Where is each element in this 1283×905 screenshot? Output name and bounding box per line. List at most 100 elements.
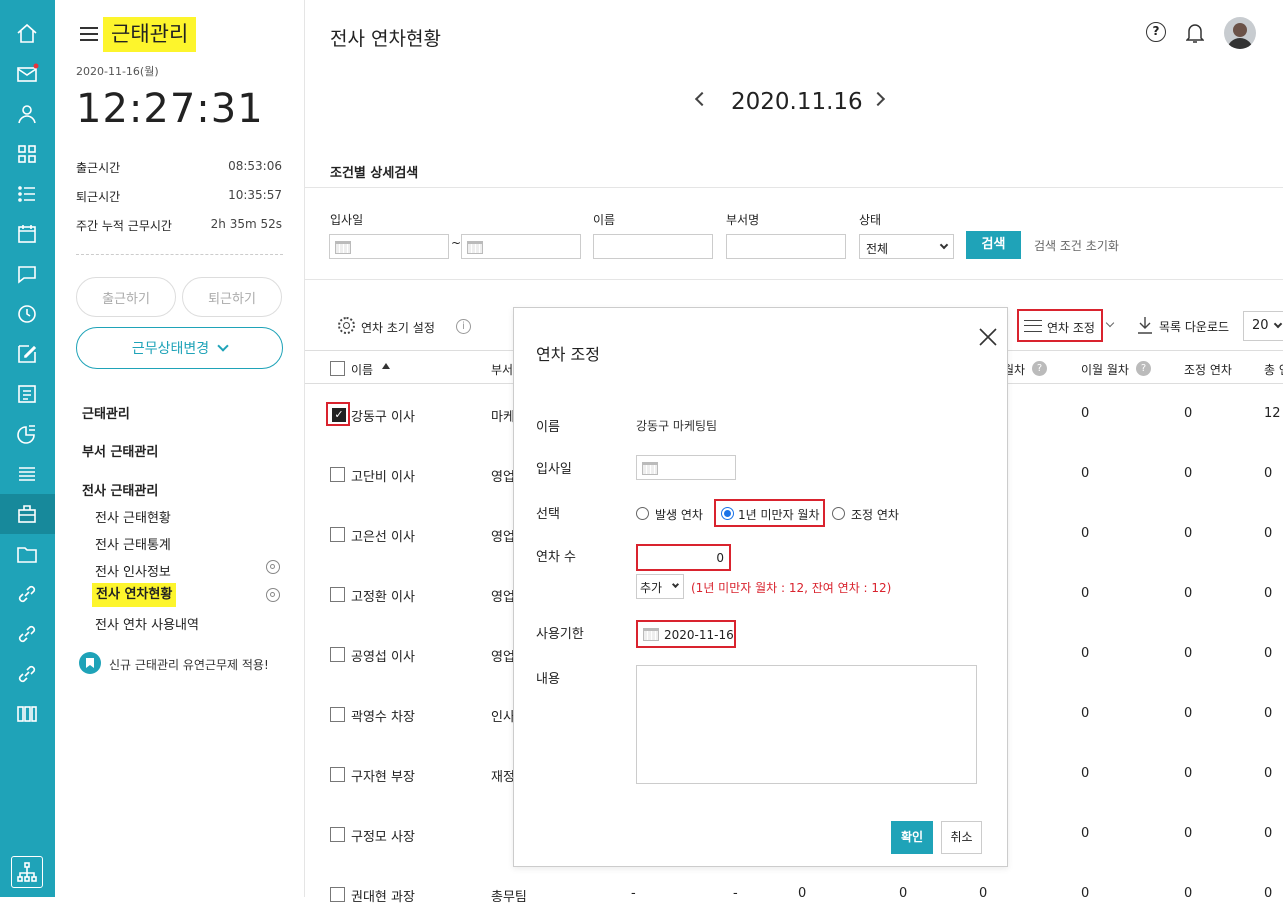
org-chart-icon[interactable] [11, 856, 43, 888]
notice-link[interactable]: 신규 근태관리 유연근무제 적용! [109, 656, 269, 673]
gear-icon[interactable] [266, 560, 280, 574]
row-checkbox[interactable] [330, 827, 345, 842]
avatar[interactable] [1224, 17, 1256, 49]
weekly-work-value: 2h 35m 52s [210, 217, 282, 231]
chevron-down-icon [217, 339, 229, 352]
page-size-select[interactable]: 20 [1243, 311, 1283, 341]
radio-adjusted-leave[interactable] [832, 507, 845, 520]
current-clock: 12:27:31 [76, 86, 264, 132]
submenu-leave-history[interactable]: 전사 연차 사용내역 [95, 614, 199, 633]
submenu-company-stats[interactable]: 전사 근태통계 [95, 534, 171, 553]
reset-search-link[interactable]: 검색 조건 초기화 [1034, 237, 1119, 254]
cancel-button[interactable]: 취소 [941, 821, 982, 854]
confirm-button[interactable]: 확인 [891, 821, 933, 854]
name-input[interactable] [593, 234, 713, 259]
menu-attendance[interactable]: 근태관리 [82, 403, 130, 422]
leave-adjust-label: 연차 조정 [1047, 321, 1095, 335]
clock-in-button[interactable]: 출근하기 [76, 277, 176, 317]
menu-dept-attendance[interactable]: 부서 근태관리 [82, 441, 158, 460]
chart-icon[interactable] [15, 422, 39, 446]
link-icon[interactable] [15, 582, 39, 606]
row-checkbox[interactable] [330, 527, 345, 542]
calendar-icon[interactable] [15, 222, 39, 246]
calendar-icon [467, 241, 483, 254]
row-checkbox[interactable] [330, 647, 345, 662]
row-adjusted: 0 [1184, 766, 1193, 781]
gear-icon[interactable] [338, 317, 355, 334]
next-date-button[interactable] [870, 91, 886, 107]
row-dept: 영업 [491, 530, 515, 545]
edit-icon[interactable] [15, 342, 39, 366]
status-change-button[interactable]: 근무상태변경 [76, 327, 283, 369]
row-carryover: 0 [1081, 526, 1090, 541]
help-icon[interactable]: ? [1146, 22, 1166, 42]
expire-date-value: 2020-11-16 [664, 628, 734, 642]
row-checkbox[interactable] [330, 767, 345, 782]
home-icon[interactable] [15, 22, 39, 46]
leave-adjust-button[interactable]: 연차 조정 [1017, 309, 1103, 342]
folder-icon[interactable] [15, 542, 39, 566]
leave-init-settings-button[interactable]: 연차 초기 설정 [361, 319, 435, 336]
hamburger-menu-icon[interactable] [80, 27, 98, 41]
leave-count-input[interactable]: 0 [636, 544, 731, 571]
bell-icon[interactable] [1185, 22, 1205, 44]
prev-date-button[interactable] [694, 91, 710, 107]
board-icon[interactable] [15, 462, 39, 486]
clock-out-button[interactable]: 퇴근하기 [182, 277, 282, 317]
row-checkbox[interactable]: ✓ [326, 402, 350, 426]
briefcase-icon[interactable] [15, 502, 39, 526]
submenu-company-leave[interactable]: 전사 연차현황 [92, 583, 177, 607]
clock-in-time-label: 출근시간 [76, 161, 121, 175]
sort-asc-icon[interactable] [382, 363, 390, 369]
radio-under-one-year[interactable] [721, 507, 734, 520]
dialog-join-date-input[interactable] [636, 455, 736, 480]
row-total: 0 [1264, 706, 1273, 721]
list-download-button[interactable]: 목록 다운로드 [1159, 318, 1229, 335]
radio-under-one-year-box[interactable]: 1년 미만자 월차 [714, 499, 825, 527]
user-icon[interactable] [15, 102, 39, 126]
chevron-down-icon[interactable] [1105, 318, 1115, 328]
expire-date-input[interactable]: 2020-11-16 [636, 620, 736, 648]
range-tilde: ~ [451, 236, 462, 250]
submenu-company-hr[interactable]: 전사 인사정보 [95, 561, 171, 580]
column-header-name[interactable]: 이름 [351, 361, 373, 378]
list-icon[interactable] [15, 182, 39, 206]
radio-adjusted-leave-label: 조정 연차 [851, 508, 899, 522]
help-icon[interactable]: ? [1136, 361, 1151, 376]
search-button[interactable]: 검색 [966, 231, 1021, 259]
row-checkbox[interactable] [330, 467, 345, 482]
row-checkbox[interactable] [330, 587, 345, 602]
row-dept: 영업 [491, 650, 515, 665]
menu-company-attendance[interactable]: 전사 근태관리 [82, 480, 158, 499]
dialog-name-value: 강동구 마케팅팀 [636, 419, 718, 433]
join-date-to-input[interactable] [461, 234, 581, 259]
mail-icon[interactable] [15, 62, 39, 86]
dialog-count-label: 연차 수 [536, 550, 577, 565]
info-icon[interactable]: i [456, 319, 471, 334]
link-icon[interactable] [15, 662, 39, 686]
join-date-from-input[interactable] [329, 234, 449, 259]
chat-icon[interactable] [15, 262, 39, 286]
row-checkbox[interactable] [330, 887, 345, 902]
add-type-select[interactable]: 추가 [636, 574, 684, 599]
help-icon[interactable]: ? [1032, 361, 1047, 376]
gear-icon[interactable] [266, 588, 280, 602]
row-carryover: 0 [1081, 706, 1090, 721]
clock-icon[interactable] [15, 302, 39, 326]
content-textarea[interactable] [636, 665, 977, 784]
select-all-checkbox[interactable] [330, 361, 345, 376]
row-dept: 영업 [491, 470, 515, 485]
grid-icon[interactable] [15, 142, 39, 166]
apps-icon[interactable] [15, 702, 39, 726]
row-adjusted: 0 [1184, 526, 1193, 541]
close-icon[interactable] [978, 327, 998, 347]
report-icon[interactable] [15, 382, 39, 406]
radio-occurred-leave[interactable] [636, 507, 649, 520]
dept-input[interactable] [726, 234, 846, 259]
row-checkbox[interactable] [330, 707, 345, 722]
status-select[interactable]: 전체 [859, 234, 954, 259]
link-icon[interactable] [15, 622, 39, 646]
submenu-company-status[interactable]: 전사 근태현황 [95, 507, 171, 526]
column-header-dept[interactable]: 부서 [491, 361, 513, 378]
row-dept: 재정 [491, 770, 515, 785]
